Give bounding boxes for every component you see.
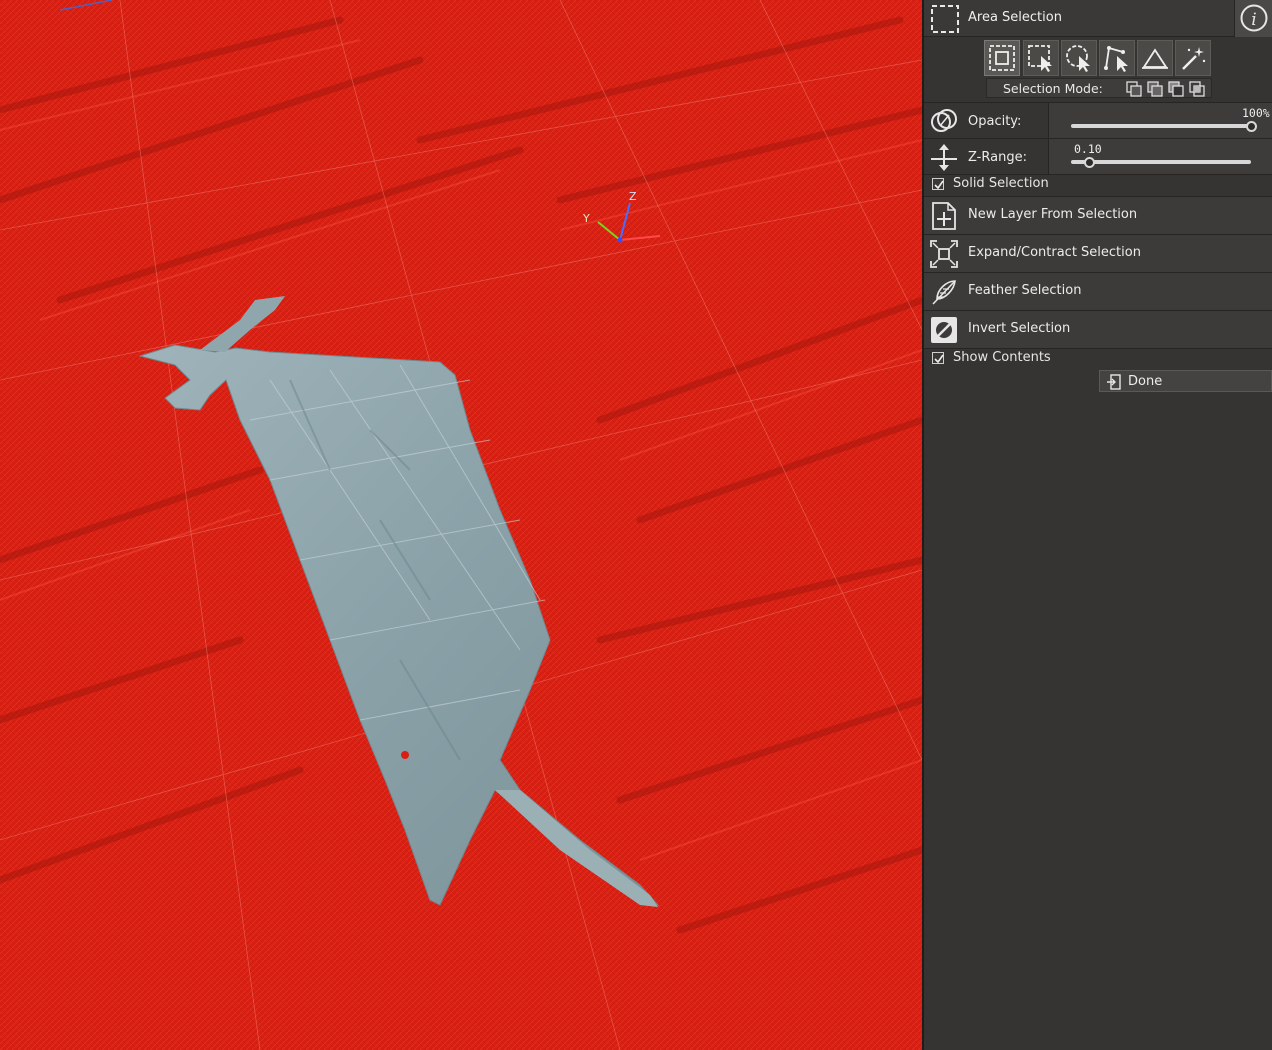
- polygon-select-icon: [1104, 46, 1128, 72]
- opacity-slider[interactable]: 100%: [1048, 103, 1272, 139]
- lasso-select-icon: [1066, 45, 1090, 72]
- checkmark-icon: [934, 354, 944, 364]
- z-range-slider-track[interactable]: [1071, 160, 1251, 164]
- opacity-icon: [931, 109, 957, 132]
- action-label: New Layer From Selection: [968, 207, 1138, 222]
- magic-wand-button[interactable]: [1175, 40, 1211, 76]
- add-mode-button[interactable]: [1147, 81, 1164, 97]
- new-layer-from-selection-button[interactable]: New Layer From Selection: [924, 196, 1272, 234]
- solid-selection-checkbox[interactable]: [932, 178, 944, 190]
- rectangle-select-button[interactable]: [1023, 40, 1059, 76]
- show-contents-checkbox[interactable]: [932, 352, 944, 364]
- panel-header: Area Selection i: [924, 0, 1272, 37]
- z-range-label: Z-Range:: [968, 150, 1027, 165]
- show-contents-label: Show Contents: [953, 350, 1051, 365]
- action-label: Invert Selection: [968, 321, 1071, 336]
- done-button[interactable]: Done: [1099, 370, 1272, 392]
- feather-selection-button[interactable]: Feather Selection: [924, 272, 1272, 310]
- info-button[interactable]: i: [1234, 0, 1272, 37]
- selection-tools: [924, 38, 1272, 78]
- select-all-button[interactable]: [984, 40, 1020, 76]
- add-mode-icon: [1147, 81, 1163, 97]
- checkmark-icon: [934, 180, 944, 190]
- action-label: Feather Selection: [968, 283, 1082, 298]
- y-axis-label: Y: [582, 212, 590, 225]
- select-all-icon: [989, 45, 1015, 71]
- intersect-mode-icon: [1189, 81, 1205, 97]
- terrain-render: Y Z: [0, 0, 922, 1050]
- opacity-row: Opacity: 100%: [924, 102, 1272, 139]
- selection-mode-row: Selection Mode:: [924, 78, 1272, 98]
- feather-icon: [932, 280, 956, 305]
- opacity-label: Opacity:: [968, 114, 1022, 129]
- invert-selection-button[interactable]: Invert Selection: [924, 310, 1272, 348]
- new-layer-icon: [932, 202, 956, 230]
- exit-icon: [1107, 374, 1121, 390]
- subtract-mode-icon: [1168, 81, 1184, 97]
- subtract-mode-button[interactable]: [1168, 81, 1185, 97]
- selection-mode-label: Selection Mode:: [1003, 81, 1103, 96]
- z-range-value: 0.10: [1074, 142, 1102, 156]
- panel-title: Area Selection: [968, 10, 1062, 25]
- svg-text:i: i: [1251, 10, 1256, 30]
- info-icon: i: [1240, 4, 1268, 32]
- height-select-button[interactable]: [1137, 40, 1173, 76]
- z-range-row: Z-Range: 0.10: [924, 138, 1272, 175]
- z-axis-label: Z: [629, 190, 637, 203]
- lasso-select-button[interactable]: [1061, 40, 1097, 76]
- action-label: Expand/Contract Selection: [968, 245, 1141, 260]
- rectangle-select-icon: [1028, 45, 1052, 72]
- done-label: Done: [1128, 374, 1163, 389]
- show-contents-row[interactable]: Show Contents: [924, 348, 1272, 366]
- magic-wand-icon: [1182, 47, 1206, 70]
- z-range-icon: [931, 144, 957, 171]
- invert-icon: [931, 317, 957, 343]
- polygon-select-button[interactable]: [1099, 40, 1135, 76]
- 3d-viewport[interactable]: Y Z: [0, 0, 922, 1050]
- solid-selection-row[interactable]: Solid Selection: [924, 174, 1272, 192]
- expand-contract-selection-button[interactable]: Expand/Contract Selection: [924, 234, 1272, 272]
- replace-mode-button[interactable]: [1126, 81, 1143, 97]
- replace-mode-icon: [1126, 81, 1142, 97]
- opacity-slider-knob[interactable]: [1245, 121, 1257, 132]
- solid-selection-label: Solid Selection: [953, 176, 1049, 191]
- z-range-slider-knob[interactable]: [1083, 157, 1095, 168]
- opacity-value: 100%: [1242, 106, 1270, 120]
- area-selection-icon: [931, 5, 959, 33]
- intersect-mode-button[interactable]: [1189, 81, 1206, 97]
- area-selection-panel: Area Selection i Selection Mode: Opacity…: [922, 0, 1272, 1050]
- height-select-icon: [1142, 48, 1168, 69]
- selection-mode-bar: Selection Mode:: [986, 78, 1212, 98]
- opacity-slider-track[interactable]: [1071, 124, 1251, 128]
- expand-contract-icon: [930, 240, 958, 268]
- z-range-slider[interactable]: 0.10: [1048, 139, 1272, 175]
